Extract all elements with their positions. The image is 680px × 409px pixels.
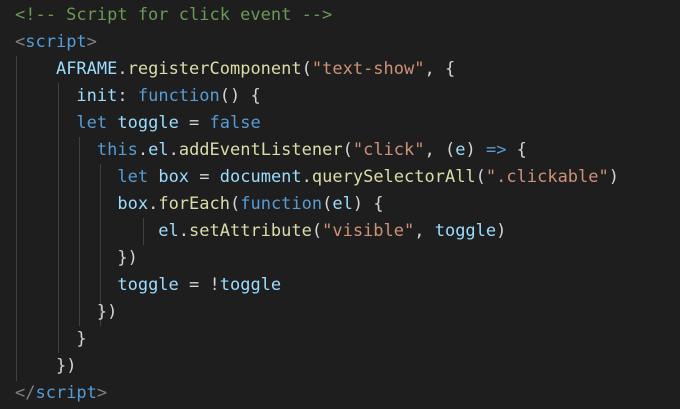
code-token: function bbox=[137, 86, 220, 106]
code-line[interactable]: this.el.addEventListener("click", (e) =>… bbox=[15, 137, 527, 164]
code-line[interactable]: el.setAttribute("visible", toggle) bbox=[15, 218, 506, 245]
code-token: function bbox=[240, 194, 323, 214]
code-token: > bbox=[86, 32, 97, 52]
code-token: ( bbox=[229, 194, 241, 214]
code-token: ) bbox=[496, 221, 507, 241]
code-token: AFRAME bbox=[55, 59, 118, 79]
code-token: false bbox=[209, 113, 261, 133]
code-editor[interactable]: <!-- Script for click event --> <script> … bbox=[0, 0, 680, 409]
code-token: setAttribute bbox=[189, 221, 312, 241]
code-token: addEventListener bbox=[178, 140, 343, 160]
code-line[interactable]: }) bbox=[15, 245, 138, 272]
code-token: e bbox=[455, 140, 466, 160]
code-line[interactable]: } bbox=[15, 326, 87, 353]
code-token: registerComponent bbox=[127, 59, 302, 79]
code-token: = bbox=[189, 167, 220, 187]
code-token: "visible" bbox=[322, 221, 415, 241]
code-token: ( bbox=[301, 59, 312, 79]
code-token: () { bbox=[219, 86, 261, 106]
code-token: ( bbox=[342, 140, 353, 160]
code-token: script bbox=[35, 383, 97, 403]
code-line[interactable]: let box = document.querySelectorAll(".cl… bbox=[15, 164, 619, 191]
code-line[interactable]: AFRAME.registerComponent("text-show", { bbox=[15, 56, 455, 83]
code-token: , bbox=[414, 221, 435, 241]
code-token: toggle bbox=[434, 221, 497, 241]
code-token: this bbox=[96, 140, 138, 160]
code-token: < bbox=[15, 32, 26, 52]
code-token: , ( bbox=[424, 140, 456, 160]
code-token: toggle bbox=[117, 113, 179, 133]
code-token: . bbox=[117, 59, 128, 79]
code-token: . bbox=[137, 140, 149, 160]
code-token: ) bbox=[465, 140, 486, 160]
code-token: ".clickable" bbox=[485, 167, 609, 187]
code-line[interactable]: toggle = !toggle bbox=[15, 272, 281, 299]
code-token: el bbox=[332, 194, 353, 214]
code-token: document bbox=[219, 167, 302, 187]
code-line[interactable]: </script> bbox=[15, 380, 107, 407]
code-token: }) bbox=[117, 248, 138, 268]
code-token: => bbox=[485, 140, 507, 160]
code-token: = bbox=[178, 113, 210, 133]
code-token: ) bbox=[608, 167, 619, 187]
code-line[interactable]: }) bbox=[15, 353, 76, 380]
code-line[interactable]: <script> bbox=[15, 29, 97, 56]
code-token: script bbox=[25, 32, 87, 52]
code-token: box bbox=[158, 167, 190, 187]
code-token: querySelectorAll bbox=[311, 167, 476, 187]
code-token: toggle bbox=[117, 275, 179, 295]
code-token: . bbox=[148, 194, 159, 214]
code-token: el bbox=[158, 221, 179, 241]
code-token: box bbox=[117, 194, 149, 214]
code-token: let bbox=[117, 167, 149, 187]
code-token: let bbox=[76, 113, 108, 133]
code-token: . bbox=[301, 167, 312, 187]
code-line[interactable]: <!-- Script for click event --> bbox=[15, 2, 332, 29]
code-line[interactable]: box.forEach(function(el) { bbox=[15, 191, 384, 218]
code-token: "click" bbox=[352, 140, 425, 160]
code-token: ) { bbox=[352, 194, 384, 214]
code-line[interactable]: init: function() { bbox=[15, 83, 261, 110]
code-token: </ bbox=[15, 383, 36, 403]
code-token: }) bbox=[96, 302, 118, 322]
code-token: : bbox=[117, 86, 138, 106]
code-token: > bbox=[96, 383, 108, 403]
code-token: . bbox=[168, 140, 179, 160]
code-token: <!-- Script for click event --> bbox=[15, 5, 333, 25]
code-token: toggle bbox=[219, 275, 282, 295]
code-token: "text-show" bbox=[311, 59, 425, 79]
code-token: = ! bbox=[178, 275, 220, 295]
code-line[interactable]: let toggle = false bbox=[15, 110, 261, 137]
code-token: forEach bbox=[158, 194, 230, 214]
code-token: ( bbox=[475, 167, 486, 187]
code-line[interactable]: }) bbox=[15, 299, 117, 326]
code-token: ( bbox=[311, 221, 323, 241]
code-token: { bbox=[506, 140, 527, 160]
code-token: el bbox=[148, 140, 169, 160]
code-token: ( bbox=[322, 194, 333, 214]
code-token: } bbox=[76, 329, 87, 349]
code-token: }) bbox=[55, 356, 77, 376]
code-token: . bbox=[178, 221, 190, 241]
code-token: , { bbox=[424, 59, 456, 79]
code-token: init bbox=[76, 86, 118, 106]
